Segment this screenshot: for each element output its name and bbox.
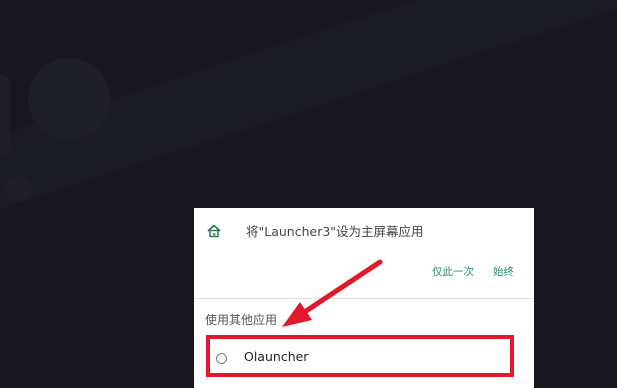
just-once-button[interactable]: 仅此一次 (432, 264, 474, 279)
always-button[interactable]: 始终 (493, 264, 514, 279)
dialog-actions: 仅此一次 始终 (194, 264, 534, 288)
section-label: 使用其他应用 (205, 313, 278, 327)
launcher-option-olauncher[interactable]: Olauncher (206, 335, 514, 377)
home-icon (207, 224, 221, 238)
dialog-title: 将"Launcher3"设为主屏幕应用 (246, 224, 424, 239)
option-label: Olauncher (244, 349, 309, 364)
divider (194, 298, 534, 299)
launcher-chooser-dialog: 将"Launcher3"设为主屏幕应用 仅此一次 始终 使用其他应用 Olaun… (194, 208, 534, 388)
dialog-header: 将"Launcher3"设为主屏幕应用 (194, 208, 534, 254)
radio-button[interactable] (216, 353, 227, 364)
